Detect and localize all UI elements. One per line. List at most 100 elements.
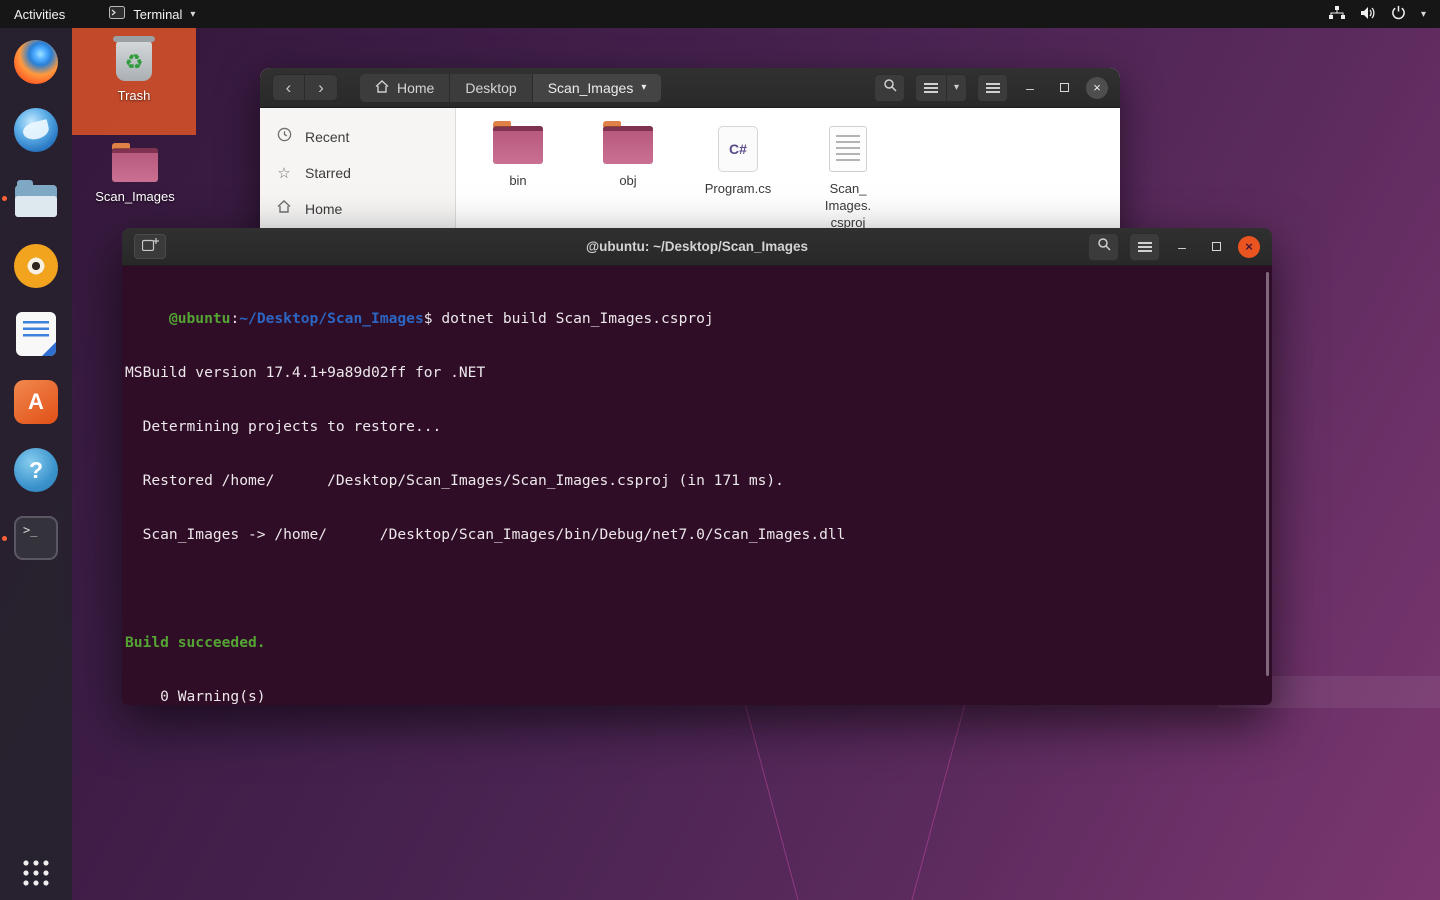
home-icon xyxy=(375,80,389,96)
prompt-path: ~/Desktop/Scan_Images xyxy=(239,310,424,327)
desktop-icon-trash[interactable]: ♻ Trash xyxy=(72,28,196,135)
terminal-line: Scan_Images -> /home/ /Desktop/Scan_Imag… xyxy=(125,526,1262,544)
rhythmbox-icon xyxy=(14,244,58,288)
terminal-line-blank xyxy=(125,580,1262,598)
sidebar-starred-label: Starred xyxy=(305,165,351,181)
scan-images-label: Scan_Images xyxy=(95,189,175,204)
trash-icon: ♻ xyxy=(116,41,152,81)
forward-button[interactable]: › xyxy=(305,74,338,101)
maximize-icon xyxy=(1212,242,1221,251)
back-button[interactable]: ‹ xyxy=(272,74,305,101)
dock-firefox[interactable] xyxy=(12,38,60,86)
firefox-icon xyxy=(14,40,58,84)
help-icon: ? xyxy=(14,448,58,492)
file-item-csproj[interactable]: Scan_ Images. csproj xyxy=(802,122,894,232)
command-text: dotnet build Scan_Images.csproj xyxy=(433,310,714,327)
terminal-line: 0 Warning(s) xyxy=(125,688,1262,705)
terminal-line-build-succeeded: Build succeeded. xyxy=(125,634,1262,652)
terminal-menu-button[interactable] xyxy=(1129,233,1160,261)
file-label: obj xyxy=(619,173,636,190)
breadcrumb-home[interactable]: Home xyxy=(360,74,450,102)
dock-ubuntu-software[interactable]: A xyxy=(12,378,60,426)
terminal-close-button[interactable]: × xyxy=(1238,236,1260,258)
dock-libreoffice-writer[interactable] xyxy=(12,310,60,358)
list-view-button[interactable] xyxy=(916,75,946,101)
terminal-scrollbar[interactable] xyxy=(1266,272,1269,676)
dock-thunderbird[interactable] xyxy=(12,106,60,154)
terminal-header-controls: – × xyxy=(1088,233,1260,261)
chevron-down-icon: ▾ xyxy=(190,9,195,20)
text-file-icon xyxy=(829,126,867,172)
dock: A ? >_ xyxy=(0,28,72,900)
dock-files[interactable] xyxy=(12,174,60,222)
hamburger-icon xyxy=(1138,242,1152,252)
view-options-button[interactable]: ▾ xyxy=(946,75,966,101)
terminal-line: Restored /home/ /Desktop/Scan_Images/Sca… xyxy=(125,472,1262,490)
volume-icon xyxy=(1360,6,1376,23)
terminal-screen[interactable]: @ubuntu:~/Desktop/Scan_Images$ dotnet bu… xyxy=(122,266,1272,705)
folder-icon xyxy=(112,148,158,182)
maximize-icon xyxy=(1060,83,1069,92)
files-close-button[interactable]: × xyxy=(1086,77,1108,99)
file-item-obj[interactable]: obj xyxy=(582,122,674,190)
sidebar-item-home[interactable]: Home xyxy=(260,191,455,226)
terminal-icon xyxy=(109,6,125,22)
breadcrumb-current-label: Scan_Images xyxy=(548,80,634,96)
desktop-background: Activities Terminal ▾ ▾ A ? xyxy=(0,0,1440,900)
terminal-line: @ubuntu:~/Desktop/Scan_Images$ dotnet bu… xyxy=(125,310,1262,328)
file-item-bin[interactable]: bin xyxy=(472,122,564,190)
search-button[interactable] xyxy=(874,74,905,102)
search-icon xyxy=(1097,237,1111,256)
dock-rhythmbox[interactable] xyxy=(12,242,60,290)
files-headerbar: ‹ › Home Desktop Scan_Images ▾ xyxy=(260,68,1120,108)
terminal-search-button[interactable] xyxy=(1088,233,1119,261)
power-icon xyxy=(1391,5,1406,23)
terminal-line: MSBuild version 17.4.1+9a89d02ff for .NE… xyxy=(125,364,1262,382)
star-icon: ☆ xyxy=(276,164,292,182)
csharp-file-icon: C# xyxy=(718,126,758,172)
folder-icon xyxy=(493,126,543,164)
file-label: Program.cs xyxy=(705,181,771,198)
recycle-icon: ♻ xyxy=(116,43,152,81)
terminal-line: Determining projects to restore... xyxy=(125,418,1262,436)
home-icon xyxy=(276,200,292,217)
search-icon xyxy=(883,78,897,97)
terminal-window: @ubuntu: ~/Desktop/Scan_Images – × @ubun… xyxy=(122,228,1272,705)
file-item-program-cs[interactable]: C# Program.cs xyxy=(692,122,784,198)
sidebar-home-label: Home xyxy=(305,201,342,217)
chevron-down-icon: ▾ xyxy=(1421,9,1426,20)
dock-help[interactable]: ? xyxy=(12,446,60,494)
sidebar-recent-label: Recent xyxy=(305,129,349,145)
view-toggle: ▾ xyxy=(915,74,967,102)
files-minimize-button[interactable]: – xyxy=(1018,76,1042,100)
terminal-maximize-button[interactable] xyxy=(1204,235,1228,259)
ubuntu-software-icon: A xyxy=(14,380,58,424)
terminal-app-icon: >_ xyxy=(14,516,58,560)
breadcrumb-home-label: Home xyxy=(397,80,434,96)
chevron-down-icon: ▾ xyxy=(641,82,646,93)
top-bar: Activities Terminal ▾ ▾ xyxy=(0,0,1440,28)
app-menu-label: Terminal xyxy=(133,7,182,22)
sidebar-item-recent[interactable]: Recent xyxy=(260,118,455,155)
files-maximize-button[interactable] xyxy=(1052,76,1076,100)
sidebar-item-starred[interactable]: ☆ Starred xyxy=(260,155,455,191)
activities-button[interactable]: Activities xyxy=(0,0,79,28)
file-label: bin xyxy=(509,173,526,190)
list-view-icon xyxy=(924,83,938,93)
dock-terminal[interactable]: >_ xyxy=(12,514,60,562)
clock-icon xyxy=(276,127,292,146)
menu-button[interactable] xyxy=(977,74,1008,102)
folder-icon xyxy=(603,126,653,164)
prompt-user: @ubuntu xyxy=(169,310,231,327)
show-applications-button[interactable] xyxy=(21,858,51,888)
breadcrumb-current[interactable]: Scan_Images ▾ xyxy=(533,74,662,102)
app-menu-terminal[interactable]: Terminal ▾ xyxy=(101,0,203,28)
terminal-minimize-button[interactable]: – xyxy=(1170,235,1194,259)
breadcrumb: Home Desktop Scan_Images ▾ xyxy=(360,74,661,102)
desktop-icon-scan-images[interactable]: Scan_Images xyxy=(84,140,186,214)
network-icon xyxy=(1329,6,1345,23)
files-header-controls: ▾ – × xyxy=(874,74,1108,102)
system-status-menu[interactable]: ▾ xyxy=(1329,0,1440,28)
breadcrumb-desktop[interactable]: Desktop xyxy=(450,74,532,102)
new-tab-button[interactable] xyxy=(134,234,166,259)
